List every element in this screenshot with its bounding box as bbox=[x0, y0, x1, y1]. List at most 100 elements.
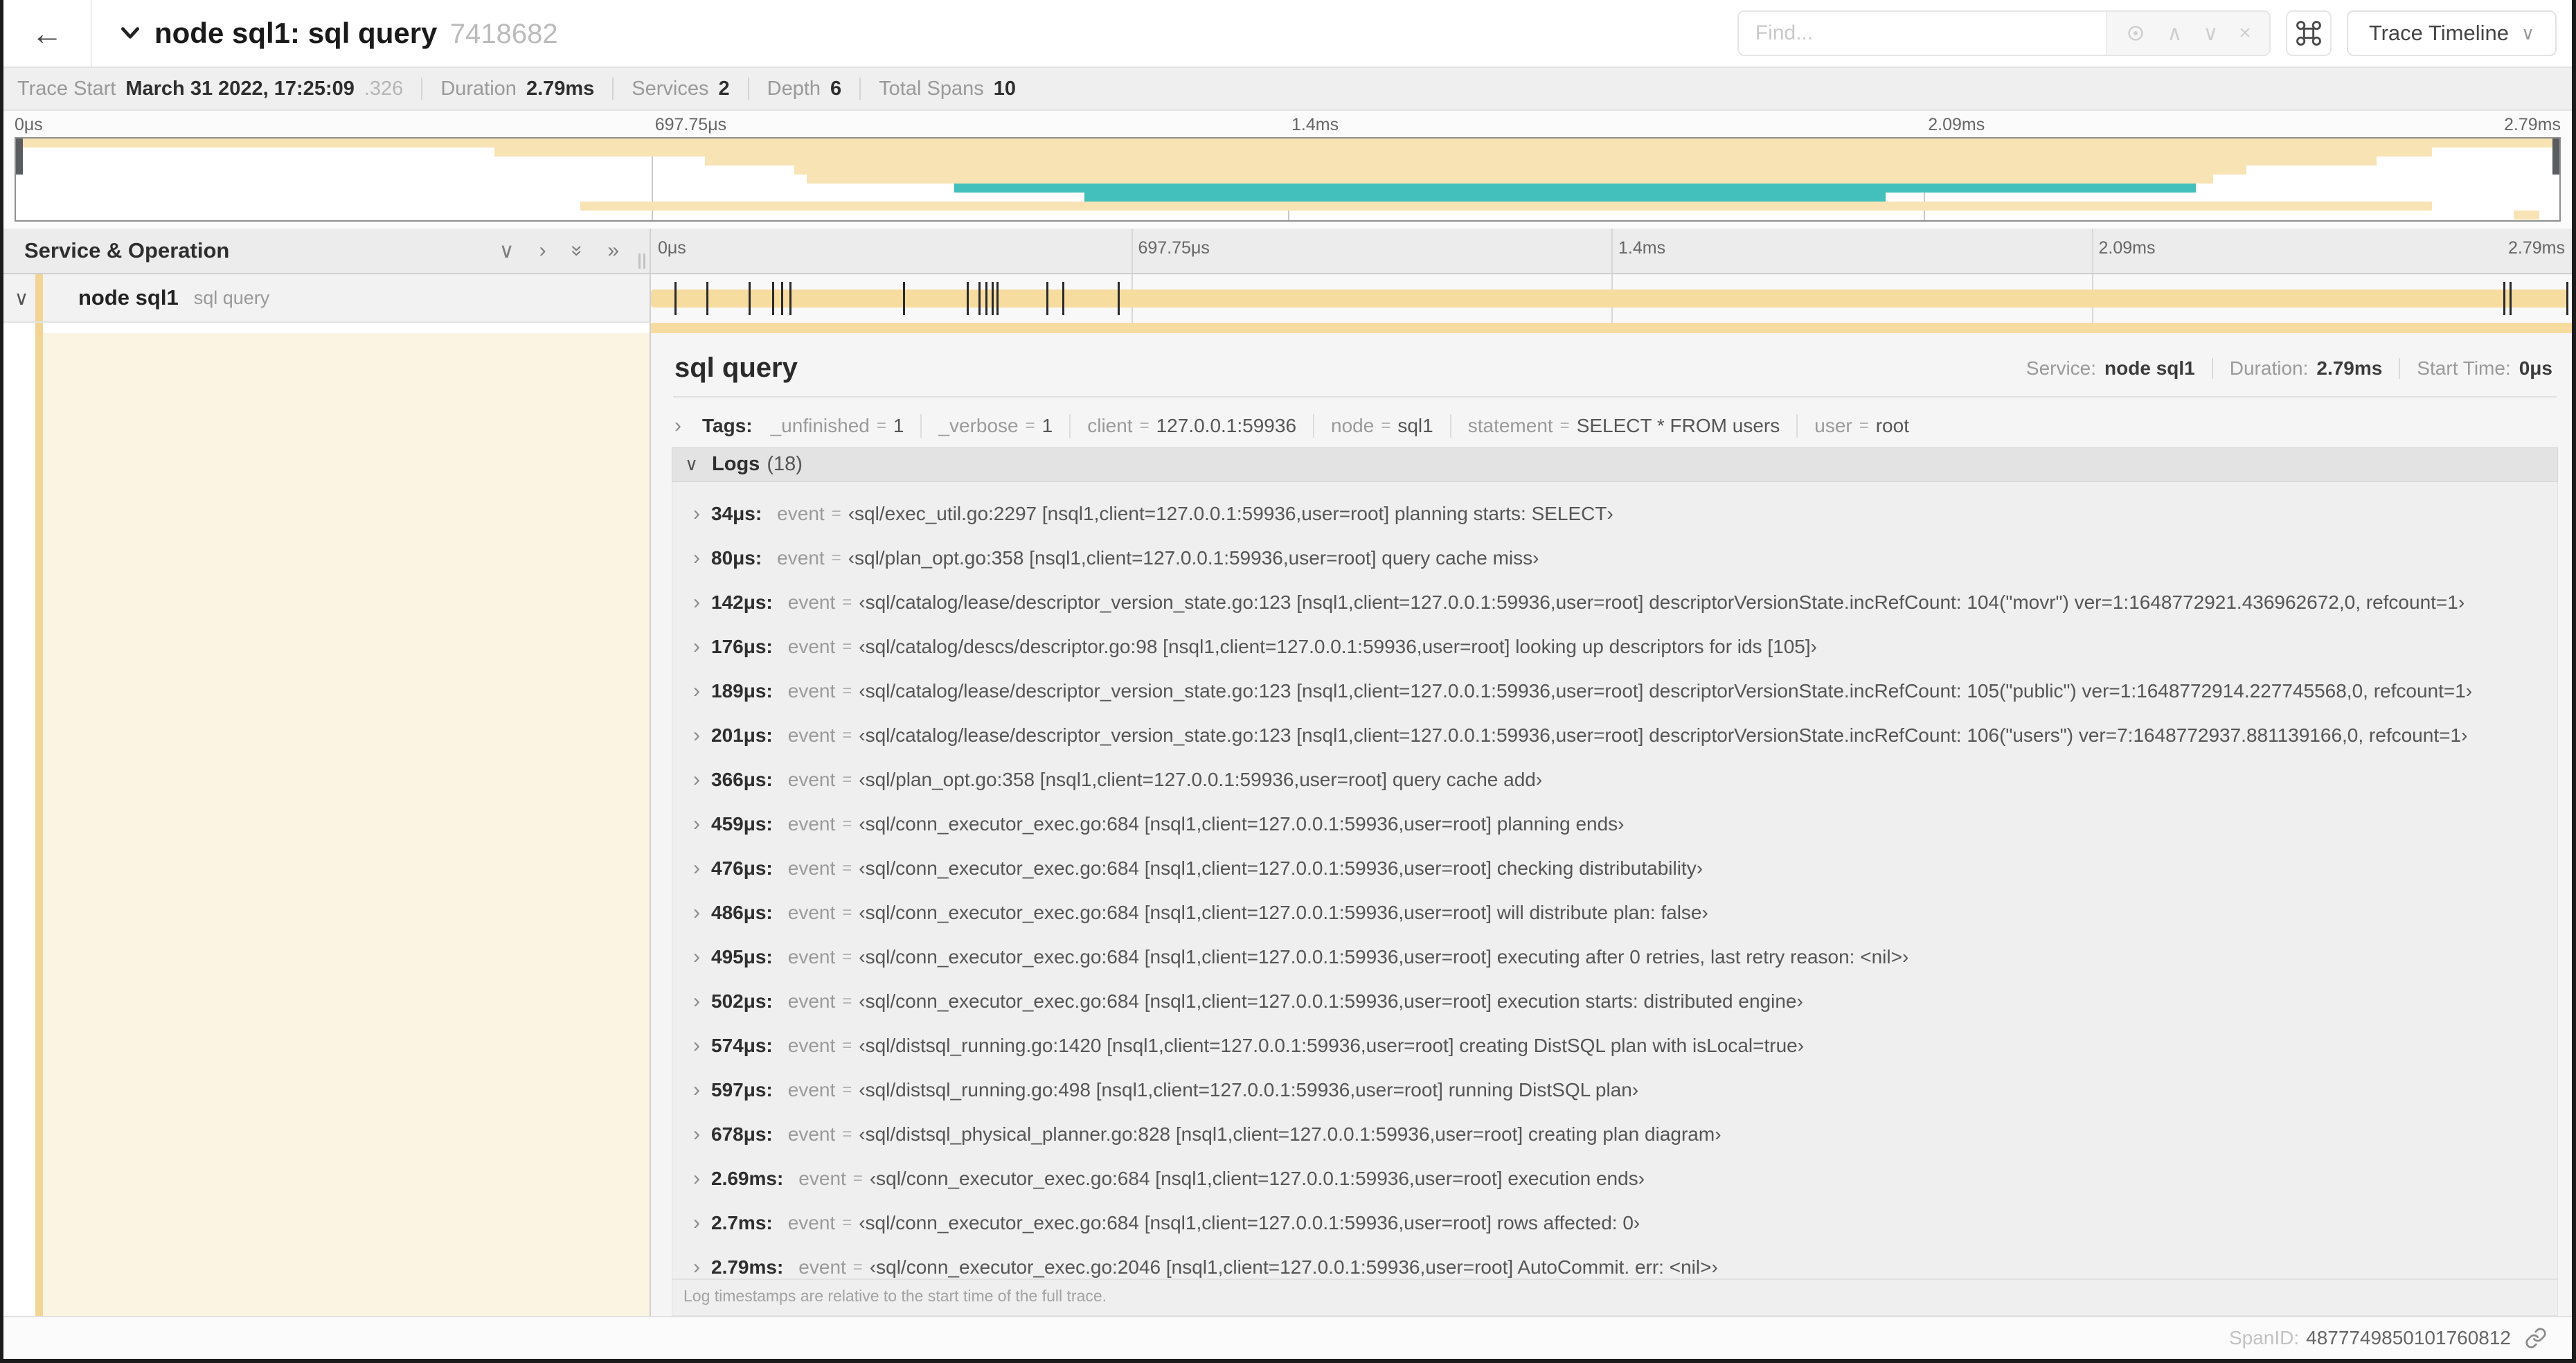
log-field-value: ‹sql/plan_opt.go:358 [nsql1,client=127.0… bbox=[848, 546, 1539, 569]
chevron-right-icon[interactable]: › bbox=[682, 1256, 711, 1279]
tag-key: node bbox=[1331, 414, 1375, 436]
log-row[interactable]: › 495μs: event = ‹sql/conn_executor_exec.go:… bbox=[682, 935, 2557, 979]
tags-accordion[interactable]: › Tags: _unfinished = 1 _verbose = 1 client = 12… bbox=[672, 404, 2558, 447]
summary-item-value-ms: .326 bbox=[364, 77, 404, 100]
find-input[interactable] bbox=[1738, 12, 2107, 55]
detail-left-column bbox=[3, 333, 651, 1316]
log-row[interactable]: › 2.69ms: event = ‹sql/conn_executor_exec.go… bbox=[682, 1157, 2557, 1201]
column-resizer[interactable] bbox=[638, 253, 645, 269]
log-row[interactable]: › 2.79ms: event = ‹sql/conn_executor_exec.go… bbox=[682, 1245, 2557, 1279]
chevron-right-icon[interactable]: › bbox=[682, 812, 711, 836]
log-row[interactable]: › 142μs: event = ‹sql/catalog/lease/descript… bbox=[682, 580, 2557, 625]
chevron-down-icon[interactable]: ∨ bbox=[3, 287, 39, 310]
span-row-name-cell[interactable]: ∨ node sql1 sql query bbox=[3, 274, 651, 323]
log-row[interactable]: › 678μs: event = ‹sql/distsql_physical_plann… bbox=[682, 1112, 2557, 1157]
span-detail-area: sql query Service: node sql1 Duration: 2… bbox=[3, 333, 2572, 1316]
log-row[interactable]: › 574μs: event = ‹sql/distsql_running.go:142… bbox=[682, 1024, 2557, 1068]
tag-item: _verbose = 1 bbox=[938, 415, 1053, 437]
chevron-right-icon[interactable]: › bbox=[682, 768, 711, 792]
chevron-right-icon[interactable]: › bbox=[682, 679, 711, 703]
log-field-value: ‹sql/conn_executor_exec.go:684 [nsql1,cl… bbox=[859, 1211, 1640, 1233]
log-marker-tick bbox=[996, 282, 999, 315]
deep-link-icon[interactable] bbox=[2525, 1327, 2547, 1349]
span-duration-bar[interactable] bbox=[651, 289, 2568, 308]
log-row[interactable]: › 366μs: event = ‹sql/plan_opt.go:358 [nsql1… bbox=[682, 758, 2557, 802]
ruler-tick-label: 0μs bbox=[658, 238, 686, 258]
log-field-key: event bbox=[787, 990, 836, 1012]
selected-span-bar[interactable] bbox=[651, 323, 2572, 333]
equals-sign: = bbox=[842, 636, 852, 656]
log-row[interactable]: › 201μs: event = ‹sql/catalog/lease/descript… bbox=[682, 713, 2557, 758]
log-timestamp: 502μs: bbox=[711, 990, 773, 1012]
log-field-value: ‹sql/distsql_physical_planner.go:828 [ns… bbox=[859, 1123, 1721, 1145]
summary-item-value: 10 bbox=[993, 77, 1016, 100]
back-button[interactable]: ← bbox=[3, 0, 92, 66]
log-timestamp: 678μs: bbox=[711, 1123, 773, 1145]
log-timestamp: 459μs: bbox=[711, 812, 773, 835]
log-row[interactable]: › 597μs: event = ‹sql/distsql_running.go:498… bbox=[682, 1068, 2557, 1112]
collapse-one-icon[interactable]: ∨ bbox=[499, 239, 515, 263]
tag-key: _verbose bbox=[938, 414, 1019, 436]
collapse-all-icon[interactable]: » bbox=[565, 245, 589, 257]
log-row[interactable]: › 486μs: event = ‹sql/conn_executor_exec.go:… bbox=[682, 891, 2557, 935]
span-footer-bar: SpanID: 4877749850101760812 bbox=[3, 1316, 2572, 1359]
chevron-right-icon[interactable]: › bbox=[682, 1078, 711, 1102]
log-timestamp: 34μs: bbox=[711, 502, 762, 524]
minimap-canvas[interactable] bbox=[15, 137, 2561, 222]
log-timestamp: 574μs: bbox=[711, 1034, 773, 1056]
chevron-right-icon[interactable]: › bbox=[682, 1167, 711, 1191]
chevron-right-icon[interactable]: › bbox=[682, 635, 711, 659]
selected-row-highlight bbox=[43, 333, 650, 1316]
service-color-stripe bbox=[35, 274, 43, 321]
keyboard-shortcuts-button[interactable] bbox=[2285, 10, 2332, 56]
span-operation-title: sql query bbox=[674, 353, 798, 383]
chevron-right-icon[interactable]: › bbox=[682, 901, 711, 925]
logs-count: (18) bbox=[767, 453, 803, 476]
find-next-icon[interactable]: ∨ bbox=[2203, 21, 2218, 46]
page-title: node sql1: sql query bbox=[154, 17, 438, 49]
equals-sign: = bbox=[1381, 416, 1391, 435]
service-operation-title: Service & Operation bbox=[24, 238, 230, 262]
chevron-right-icon[interactable]: › bbox=[682, 1034, 711, 1058]
chevron-right-icon[interactable]: › bbox=[682, 945, 711, 969]
log-field-value: ‹sql/catalog/lease/descriptor_version_st… bbox=[859, 591, 2465, 613]
tag-item: client = 127.0.0.1:59936 bbox=[1087, 415, 1296, 437]
chevron-right-icon[interactable]: › bbox=[682, 591, 711, 614]
trace-timeline-dropdown[interactable]: Trace Timeline ∨ bbox=[2346, 10, 2557, 56]
focus-target-icon[interactable] bbox=[2125, 23, 2146, 44]
chevron-right-icon[interactable]: › bbox=[682, 724, 711, 747]
find-clear-icon[interactable]: × bbox=[2239, 21, 2251, 45]
log-marker-tick bbox=[674, 282, 677, 315]
chevron-right-icon[interactable]: › bbox=[682, 1123, 711, 1146]
log-row[interactable]: › 502μs: event = ‹sql/conn_executor_exec.go:… bbox=[682, 979, 2557, 1024]
expand-one-icon[interactable]: › bbox=[539, 239, 546, 262]
log-row[interactable]: › 459μs: event = ‹sql/conn_executor_exec.go:… bbox=[682, 802, 2557, 846]
equals-sign: = bbox=[842, 814, 852, 833]
log-row[interactable]: › 80μs: event = ‹sql/plan_opt.go:358 [nsql1,… bbox=[682, 536, 2557, 580]
chevron-right-icon[interactable]: › bbox=[682, 546, 711, 570]
logs-accordion-header[interactable]: ∨ Logs (18) bbox=[672, 447, 2558, 482]
log-marker-tick bbox=[1062, 282, 1064, 315]
equals-sign: = bbox=[842, 592, 852, 612]
find-prev-icon[interactable]: ∧ bbox=[2167, 21, 2182, 46]
summary-item-value: 6 bbox=[830, 77, 842, 100]
minimap-left-scrubber[interactable] bbox=[16, 139, 23, 175]
chevron-right-icon[interactable]: › bbox=[682, 990, 711, 1013]
chevron-right-icon[interactable]: › bbox=[682, 502, 711, 526]
log-row[interactable]: › 2.7ms: event = ‹sql/conn_executor_exec.go:… bbox=[682, 1201, 2557, 1245]
log-field-key: event bbox=[787, 591, 836, 613]
log-timestamp: 80μs: bbox=[711, 546, 762, 569]
log-row[interactable]: › 189μs: event = ‹sql/catalog/lease/descript… bbox=[682, 669, 2557, 713]
minimap-right-scrubber[interactable] bbox=[2552, 139, 2559, 175]
chevron-right-icon[interactable]: › bbox=[682, 1211, 711, 1235]
log-row[interactable]: › 176μs: event = ‹sql/catalog/descs/descript… bbox=[682, 625, 2557, 669]
summary-item-label: Depth bbox=[767, 77, 821, 100]
tag-key: statement bbox=[1467, 414, 1553, 436]
chevron-right-icon[interactable]: › bbox=[682, 857, 711, 880]
expand-all-icon[interactable]: » bbox=[607, 239, 619, 262]
ruler-gridline bbox=[1131, 229, 1133, 273]
log-row[interactable]: › 476μs: event = ‹sql/conn_executor_exec.go:… bbox=[682, 846, 2557, 891]
log-row[interactable]: › 34μs: event = ‹sql/exec_util.go:2297 [nsql… bbox=[682, 492, 2557, 536]
span-row-timeline-cell[interactable] bbox=[651, 274, 2572, 323]
collapse-trace-chevron-icon[interactable] bbox=[118, 21, 142, 45]
